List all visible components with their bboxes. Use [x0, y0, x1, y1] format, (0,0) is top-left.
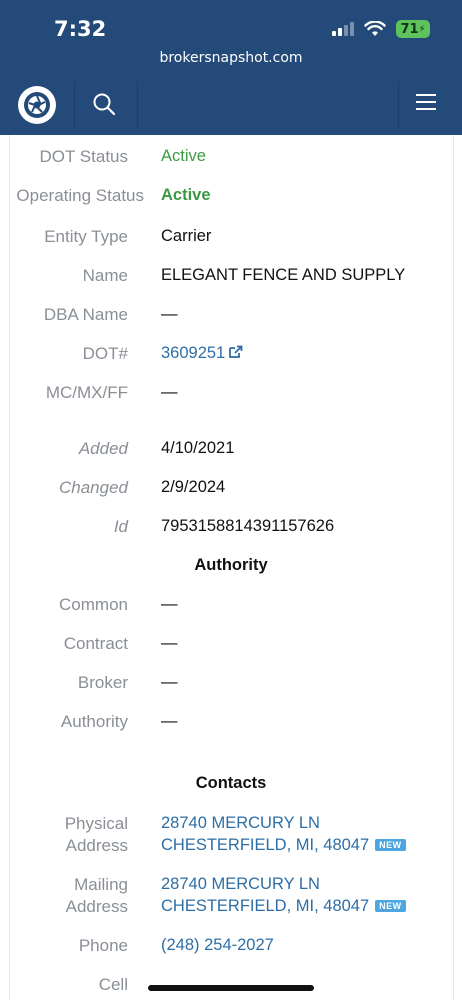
dba-name-value: —	[161, 305, 178, 323]
physical-address-row: Physical 28740 MERCURY LN	[0, 814, 462, 838]
changed-row: Changed 2/9/2024	[0, 478, 462, 502]
cell-label: Cell	[98, 975, 128, 994]
changed-value: 2/9/2024	[161, 478, 226, 496]
contract-label: Contract	[63, 634, 128, 653]
dot-number-value[interactable]: 3609251	[161, 344, 225, 362]
physical-address-line-2[interactable]: CHESTERFIELD, MI, 48047	[161, 836, 369, 854]
cellular-signal-icon	[332, 22, 354, 36]
home-indicator[interactable]	[148, 985, 314, 991]
new-badge: NEW	[375, 900, 406, 912]
dot-number-link[interactable]: 3609251	[161, 344, 243, 363]
top-bar: 7:32 71 ⚡ brokersnapshot.com	[0, 0, 462, 135]
id-row: Id 7953158814391157626	[0, 517, 462, 541]
mailing-address-row: Mailing 28740 MERCURY LN	[0, 875, 462, 899]
dot-number-label: DOT#	[82, 344, 128, 363]
physical-address-row-2: Address CHESTERFIELD, MI, 48047 NEW	[0, 836, 462, 860]
phone-link[interactable]: (248) 254-2027	[161, 936, 274, 955]
authority-row: Authority —	[0, 712, 462, 736]
common-value: —	[161, 595, 178, 613]
contract-row: Contract —	[0, 634, 462, 658]
entity-type-value: Carrier	[161, 227, 212, 245]
common-label: Common	[59, 595, 128, 614]
external-link-icon[interactable]	[229, 345, 243, 358]
name-row: Name ELEGANT FENCE AND SUPPLY	[0, 266, 462, 290]
added-value: 4/10/2021	[161, 439, 235, 457]
added-label: Added	[78, 439, 128, 458]
mc-mx-ff-row: MC/MX/FF —	[0, 383, 462, 407]
contract-value: —	[161, 634, 178, 652]
status-time: 7:32	[54, 17, 107, 41]
entity-type-label: Entity Type	[44, 227, 128, 246]
mc-mx-ff-label: MC/MX/FF	[45, 383, 128, 402]
nav-divider	[74, 82, 75, 130]
operating-status-row: Operating Status Active	[0, 186, 462, 210]
status-indicators: 71 ⚡	[332, 20, 430, 38]
id-value: 7953158814391157626	[161, 517, 335, 535]
hamburger-menu-icon	[416, 94, 436, 110]
dot-status-label: DOT Status	[39, 147, 129, 166]
added-row: Added 4/10/2021	[0, 439, 462, 463]
changed-label: Changed	[58, 478, 128, 497]
operating-status-label: Operating Status	[16, 186, 144, 205]
phone-row: Phone (248) 254-2027	[0, 936, 462, 960]
new-badge: NEW	[375, 839, 406, 851]
nav-divider	[398, 82, 399, 130]
dba-name-row: DBA Name —	[0, 305, 462, 329]
nav-divider	[137, 82, 138, 130]
search-button[interactable]	[92, 92, 122, 120]
mailing-address-row-2: Address CHESTERFIELD, MI, 48047 NEW	[0, 897, 462, 921]
name-label: Name	[82, 266, 128, 285]
dba-name-label: DBA Name	[43, 305, 128, 324]
mailing-address-label: Address	[65, 897, 128, 916]
dot-status-value: Active	[161, 147, 206, 165]
broker-row: Broker —	[0, 673, 462, 697]
battery-icon: 71 ⚡	[396, 20, 430, 38]
common-row: Common —	[0, 595, 462, 619]
authority-label: Authority	[60, 712, 128, 731]
mailing-address-line-2-wrap[interactable]: CHESTERFIELD, MI, 48047 NEW	[161, 897, 406, 916]
mailing-address-line-1[interactable]: 28740 MERCURY LN	[161, 875, 320, 894]
operating-status-value: Active	[161, 186, 211, 204]
menu-button[interactable]	[415, 92, 445, 120]
physical-address-line-1[interactable]: 28740 MERCURY LN	[161, 814, 320, 833]
site-logo[interactable]	[18, 86, 56, 124]
physical-label: Physical	[64, 814, 128, 833]
dot-number-row: DOT# 3609251	[0, 344, 462, 368]
phone-label: Phone	[78, 936, 128, 955]
physical-address-label: Address	[65, 836, 128, 855]
mailing-address-line-2[interactable]: CHESTERFIELD, MI, 48047	[161, 897, 369, 915]
physical-address-line-2-wrap[interactable]: CHESTERFIELD, MI, 48047 NEW	[161, 836, 406, 855]
authority-value: —	[161, 712, 178, 730]
entity-type-row: Entity Type Carrier	[0, 227, 462, 251]
address-bar-url[interactable]: brokersnapshot.com	[0, 50, 462, 66]
camera-shutter-icon	[24, 92, 50, 118]
authority-heading: Authority	[194, 556, 268, 574]
mc-mx-ff-value: —	[161, 383, 178, 401]
contacts-heading: Contacts	[195, 774, 267, 792]
search-icon	[93, 93, 116, 116]
dot-status-row: DOT Status Active	[0, 147, 462, 171]
broker-label: Broker	[77, 673, 128, 692]
id-label: Id	[113, 517, 128, 536]
company-name-value: ELEGANT FENCE AND SUPPLY	[161, 266, 406, 284]
mailing-label: Mailing	[74, 875, 128, 894]
broker-value: —	[161, 673, 178, 691]
battery-level: 71	[400, 21, 419, 37]
wifi-icon	[364, 21, 386, 36]
